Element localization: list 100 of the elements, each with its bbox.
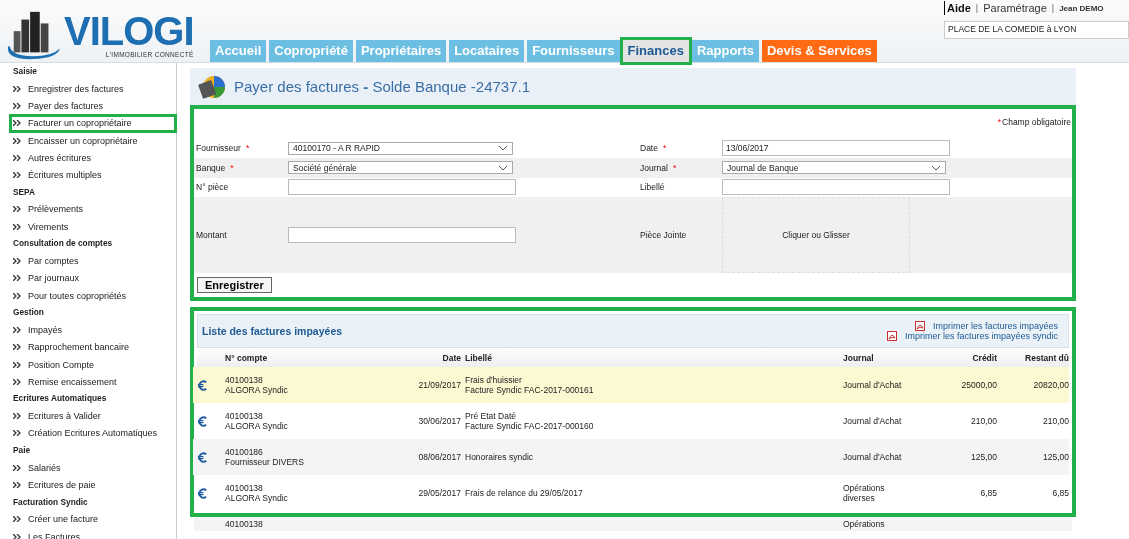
sidebar-heading: Paie [12,444,32,458]
link-separator: | [975,3,979,13]
chevron-icon [13,275,21,282]
sidebar-item[interactable]: Prélèvements [10,200,176,219]
sidebar-heading: Consultation de comptes [12,237,114,251]
chevron-icon [13,464,21,471]
sidebar-item[interactable]: Facturer un copropriétaire [10,114,176,132]
sidebar-item[interactable]: Ecritures de paie [10,476,176,494]
calculator-icon [198,74,226,99]
sidebar-item[interactable]: Remise encaissement [10,373,176,391]
table-cell-text: 40100186 Fournisseur DIVERS [225,447,305,467]
chevron-icon [13,154,21,161]
select-field[interactable]: Société générale [288,161,513,175]
table-cell-text: Frais de relance du 29/05/2017 [465,488,584,498]
chevron-icon [13,258,21,264]
sidebar-item[interactable]: Autres écritures [10,149,176,167]
sidebar-item[interactable]: Par comptes [10,252,176,270]
field-label: Date * [639,143,668,154]
property-field[interactable]: PLACE DE LA COMEDIE à LYON [944,21,1129,39]
field-label: Banque * [195,162,235,173]
table-cell-text: 30/06/2017 [417,416,461,426]
sidebar-item[interactable]: Par journaux [10,269,176,287]
chevron-icon [13,85,21,92]
table-cell-text: 40100138 [225,519,264,529]
table-cell-text: 08/06/2017 [417,452,461,462]
table-cell-text: 125,00 [1042,452,1069,462]
nav-tab[interactable]: Finances [622,40,689,62]
sidebar-item[interactable]: Création Ecritures Automatiques [10,424,176,443]
table-row[interactable]: 40100186 Fournisseur DIVERS 08/06/2017 Honoraires syndic Journal d'Achat 125,00 125,00 [193,439,1069,475]
table-cell-text: Opérations [843,519,886,529]
table-row[interactable]: 40100138 ALGORA Syndic 21/09/2017 Frais d'huissier Facture Syndic FAC-2017-000161 Journal d'Achat 25000,00 20820,00 [193,367,1069,403]
sidebar-item[interactable]: Encaisser un copropriétaire [10,131,176,150]
dropdown-caret-icon [931,164,941,171]
table-cell-text: 40100138 ALGORA Syndic [225,375,289,395]
chevron-icon [13,482,21,488]
page-title: Payer des factures - Solde Banque -24737.1 [234,78,531,95]
chevron-icon [13,430,21,437]
input-field[interactable]: 13/06/2017 [722,140,950,157]
euro-icon [197,487,208,499]
chevron-icon [13,102,21,109]
sidebar-item[interactable]: Impayés [10,321,176,339]
file-drop-zone[interactable]: Cliquer ou Glisser [722,197,910,273]
table-row[interactable]: 40100138 ALGORA Syndic 29/05/2017 Frais de relance du 29/05/2017 Opérations diverses 6,85 6,85 [193,475,1069,511]
sidebar-item[interactable]: Pour toutes copropriétés [10,286,176,305]
sidebar-heading: Gestion [12,306,45,320]
column-header: Date [441,352,461,363]
column-header: Journal [843,352,875,363]
sidebar-heading: Facturation Syndic [12,495,89,509]
table-cell-text: Journal d'Achat [843,416,903,426]
select-field[interactable]: Journal de Banque [722,161,946,175]
sidebar-heading: SEPA [12,185,36,199]
save-button[interactable]: Enregistrer [197,277,272,293]
chevron-icon [13,206,21,213]
table-cell-text: 210,00 [970,416,997,426]
panel-title: Liste des factures impayées [202,325,343,337]
print-link[interactable]: Imprimer les factures impayées syndic [886,331,1058,341]
sidebar-item[interactable]: Les Factures [10,527,176,539]
sidebar-item[interactable]: Rapprochement bancaire [10,338,176,356]
input-field[interactable] [722,179,950,196]
sidebar-item[interactable]: Salariés [10,459,176,477]
pdf-icon [914,321,925,331]
euro-icon [197,379,208,391]
header-link[interactable]: Jean DEMO [1059,3,1104,13]
chevron-icon [13,378,21,385]
print-link[interactable]: Imprimer les factures impayées [914,321,1058,331]
field-label: N° pièce [195,182,230,193]
field-label: Fournisseur * [195,143,251,154]
euro-icon [197,451,208,463]
chevron-icon [13,326,21,333]
field-label: Journal * [639,162,678,173]
chevron-icon [13,413,21,420]
column-header: Libellé [465,352,493,363]
field-label: Libellé [639,182,666,193]
required-note: *Champ obligatoire [997,116,1072,129]
sidebar-heading: Ecritures Automatiques [12,392,108,406]
select-field[interactable]: 40100170 - A R RAPID [288,141,513,155]
sidebar-item[interactable]: Écritures multiples [10,166,176,184]
chevron-icon [13,292,21,299]
chevron-icon [13,137,21,144]
sidebar-item[interactable]: Position Compte [10,355,176,374]
table-cell-text: 6,85 [979,488,997,498]
chevron-icon [13,516,21,523]
column-header: Restant dû [1024,352,1069,363]
table-cell-text: Opérations diverses [843,483,886,503]
input-field[interactable] [288,227,516,243]
chevron-icon [13,361,21,368]
sidebar-item[interactable]: Créer une facture [10,510,176,528]
sidebar-item[interactable]: Enregistrer des factures [10,80,176,98]
pdf-icon [886,331,897,341]
chevron-icon [13,223,21,230]
input-field[interactable] [288,179,516,196]
table-row[interactable]: 40100138 ALGORA Syndic 30/06/2017 Pré Etat Daté Facture Syndic FAC-2017-000160 Journal d'Achat 210,00 210,00 [193,403,1069,439]
header-link[interactable]: Paramétrage [983,2,1047,14]
column-header: N° compte [225,352,269,363]
sidebar-item[interactable]: Virements [10,218,176,236]
sidebar-item[interactable]: Payer des factures [10,97,176,115]
sidebar-item[interactable]: Ecritures à Valider [10,407,176,425]
table-cell-text: 25000,00 [960,380,997,390]
field-label: Montant [195,230,228,240]
header-link[interactable]: Aide [947,2,971,14]
